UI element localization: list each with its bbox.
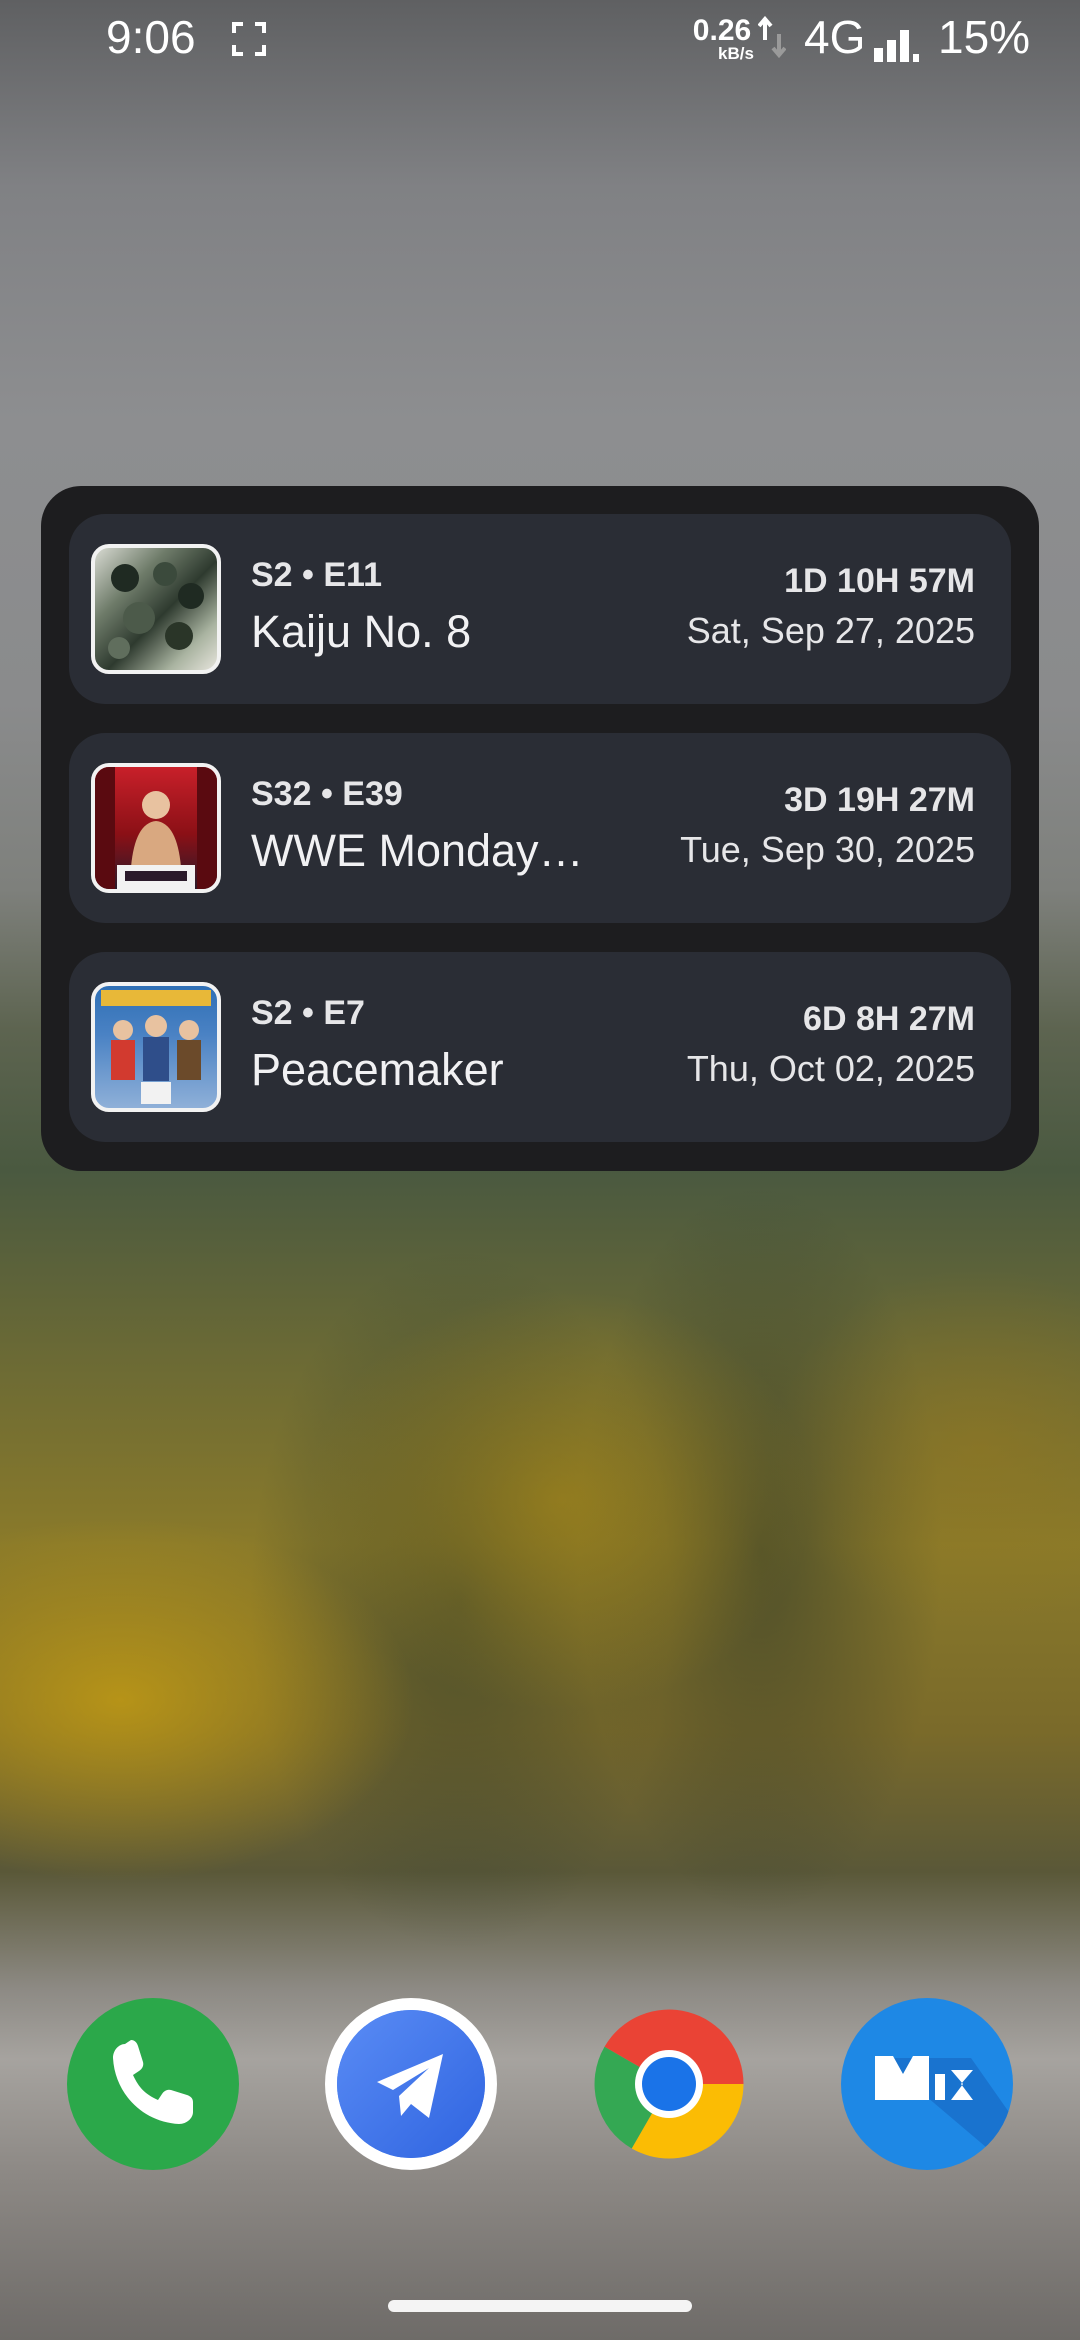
air-date: Tue, Sep 30, 2025 — [680, 829, 975, 870]
phone-icon[interactable] — [67, 1998, 239, 2170]
show-title: Kaiju No. 8 — [251, 606, 472, 657]
mix-icon[interactable] — [841, 1998, 1013, 2170]
battery-level: 15% — [938, 11, 1031, 63]
net-speed: 0.26 kB/s — [682, 14, 762, 63]
upload-download-arrows-icon — [758, 16, 786, 59]
upcoming-episodes-widget: S2 • E11 Kaiju No. 8 1D 10H 57M Sat, Sep… — [41, 486, 1039, 1171]
home-indicator[interactable] — [388, 2300, 692, 2312]
net-speed-value: 0.26 — [692, 14, 752, 47]
episode-card[interactable]: S2 • E11 Kaiju No. 8 1D 10H 57M Sat, Sep… — [69, 514, 1011, 704]
poster-kaiju — [91, 544, 221, 674]
chrome-icon[interactable] — [583, 1998, 755, 2170]
countdown: 3D 19H 27M — [784, 781, 975, 819]
air-date: Thu, Oct 02, 2025 — [686, 1048, 975, 1089]
episode-label: S2 • E11 — [251, 556, 383, 594]
countdown: 1D 10H 57M — [784, 562, 975, 600]
episode-label: S32 • E39 — [251, 775, 403, 813]
countdown: 6D 8H 27M — [803, 1000, 975, 1038]
network-type: 4G — [804, 11, 866, 63]
poster-peacemaker — [91, 982, 221, 1112]
show-title: WWE Monday… — [251, 825, 584, 876]
show-title: Peacemaker — [251, 1044, 504, 1095]
episode-card[interactable]: S32 • E39 WWE Monday… 3D 19H 27M Tue, Se… — [69, 733, 1011, 923]
status-bar: 9:06 0.26 kB/s 4G 15% — [0, 0, 1080, 80]
signal-icon — [874, 30, 919, 62]
screenshot-icon — [232, 22, 266, 56]
poster-wwe — [91, 763, 221, 893]
episode-card[interactable]: S2 • E7 Peacemaker 6D 8H 27M Thu, Oct 02… — [69, 952, 1011, 1142]
status-time: 9:06 — [106, 11, 196, 63]
air-date: Sat, Sep 27, 2025 — [686, 610, 975, 651]
net-speed-unit: kB/s — [718, 44, 754, 63]
telegram-icon[interactable] — [325, 1998, 497, 2170]
episode-label: S2 • E7 — [251, 994, 365, 1032]
